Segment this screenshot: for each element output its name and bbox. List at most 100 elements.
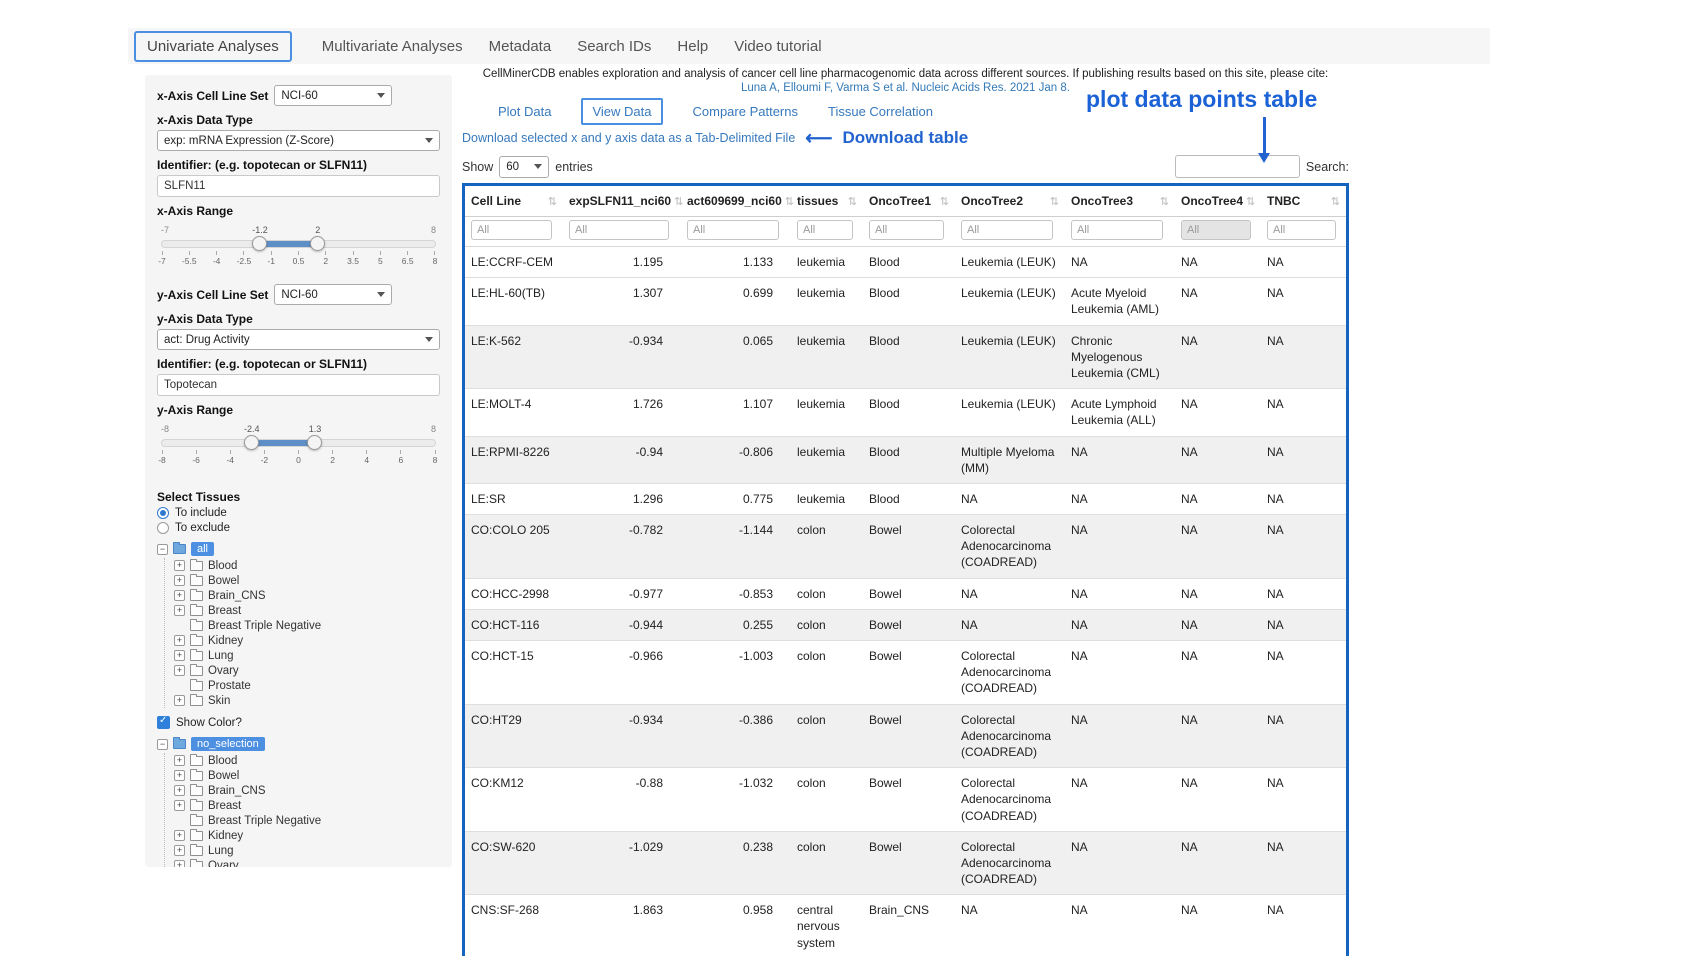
x-identifier-input[interactable]	[157, 175, 440, 197]
nav-tab-metadata[interactable]: Metadata	[489, 38, 552, 55]
tree-item[interactable]: Breast Triple Negative	[174, 618, 440, 633]
nav-tab-multivariate-analyses[interactable]: Multivariate Analyses	[322, 38, 463, 55]
table-row[interactable]: LE:K-562 -0.934 0.065 leukemia Blood Leu…	[465, 325, 1346, 389]
expand-icon[interactable]	[174, 620, 185, 631]
tree-root-no-selection[interactable]: − no_selection	[157, 735, 440, 753]
expand-icon[interactable]: +	[174, 575, 185, 586]
tree-item[interactable]: Prostate	[174, 678, 440, 693]
y-slider-handle-low[interactable]	[244, 435, 259, 450]
col-header-oncotree1[interactable]: OncoTree1⇅	[863, 186, 955, 217]
expand-icon[interactable]: +	[174, 665, 185, 676]
expand-icon[interactable]: +	[174, 605, 185, 616]
tab-tissue-correlation[interactable]: Tissue Correlation	[828, 104, 933, 119]
filter-input-oncotree2[interactable]	[961, 220, 1053, 240]
tab-plot-data[interactable]: Plot Data	[498, 104, 551, 119]
tree-item[interactable]: + Bowel	[174, 768, 440, 783]
sort-icon[interactable]: ⇅	[1050, 195, 1059, 208]
y-cell-line-set-select[interactable]: NCI-60	[274, 284, 392, 305]
y-data-type-select[interactable]: act: Drug Activity	[157, 329, 440, 350]
filter-input-tnbc[interactable]	[1267, 220, 1336, 240]
filter-input-oncotree1[interactable]	[869, 220, 944, 240]
tree-item[interactable]: + Lung	[174, 843, 440, 858]
expand-icon[interactable]	[174, 680, 185, 691]
tree-item[interactable]: + Blood	[174, 753, 440, 768]
tree-item[interactable]: + Kidney	[174, 633, 440, 648]
x-slider-handle-low[interactable]	[252, 236, 267, 251]
tab-compare-patterns[interactable]: Compare Patterns	[693, 104, 799, 119]
expand-icon[interactable]: +	[174, 560, 185, 571]
radio-to-include[interactable]: To include	[157, 507, 440, 519]
sort-icon[interactable]: ⇅	[1160, 195, 1169, 208]
expand-icon[interactable]: +	[174, 860, 185, 867]
show-color-checkbox[interactable]: Show Color?	[157, 716, 440, 729]
expand-icon[interactable]: +	[174, 695, 185, 706]
table-row[interactable]: CNS:SF-268 1.863 0.958 central nervous s…	[465, 895, 1346, 956]
tree-item[interactable]: + Ovary	[174, 663, 440, 678]
tree-item[interactable]: + Blood	[174, 558, 440, 573]
filter-input-expslfn11[interactable]	[569, 220, 669, 240]
y-identifier-input[interactable]	[157, 374, 440, 396]
search-input[interactable]	[1175, 155, 1300, 178]
col-header-oncotree2[interactable]: OncoTree2⇅	[955, 186, 1065, 217]
col-header-cell-line[interactable]: Cell Line⇅	[465, 186, 563, 217]
entries-select[interactable]: 60	[499, 156, 549, 178]
table-row[interactable]: CO:KM12 -0.88 -1.032 colon Bowel Colorec…	[465, 768, 1346, 832]
expand-icon[interactable]: +	[174, 635, 185, 646]
tree-root-all[interactable]: − all	[157, 540, 440, 558]
table-row[interactable]: LE:MOLT-4 1.726 1.107 leukemia Blood Leu…	[465, 389, 1346, 436]
download-link[interactable]: Download selected x and y axis data as a…	[462, 131, 795, 145]
table-row[interactable]: CO:COLO 205 -0.782 -1.144 colon Bowel Co…	[465, 515, 1346, 579]
filter-input-oncotree4[interactable]	[1181, 220, 1251, 240]
table-row[interactable]: LE:SR 1.296 0.775 leukemia Blood NA NA N…	[465, 483, 1346, 514]
y-slider-handle-high[interactable]	[307, 435, 322, 450]
sort-icon[interactable]: ⇅	[940, 195, 949, 208]
col-header-tissues[interactable]: tissues⇅	[791, 186, 863, 217]
tree-item[interactable]: + Brain_CNS	[174, 588, 440, 603]
tree-item[interactable]: + Ovary	[174, 858, 440, 867]
nav-tab-search-ids[interactable]: Search IDs	[577, 38, 651, 55]
col-header-tnbc[interactable]: TNBC⇅	[1261, 186, 1346, 217]
col-header-oncotree4[interactable]: OncoTree4⇅	[1175, 186, 1261, 217]
nav-tab-univariate-analyses[interactable]: Univariate Analyses	[134, 31, 292, 62]
table-row[interactable]: CO:HT29 -0.934 -0.386 colon Bowel Colore…	[465, 704, 1346, 768]
expand-icon[interactable]: +	[174, 590, 185, 601]
tree-item[interactable]: + Skin	[174, 693, 440, 708]
expand-icon[interactable]: +	[174, 830, 185, 841]
tree-item[interactable]: + Bowel	[174, 573, 440, 588]
col-header-oncotree3[interactable]: OncoTree3⇅	[1065, 186, 1175, 217]
table-row[interactable]: CO:HCC-2998 -0.977 -0.853 colon Bowel NA…	[465, 578, 1346, 609]
expand-icon[interactable]	[174, 815, 185, 826]
expand-icon[interactable]: +	[174, 650, 185, 661]
x-cell-line-set-select[interactable]: NCI-60	[274, 85, 392, 106]
collapse-icon[interactable]: −	[157, 544, 168, 555]
table-row[interactable]: CO:HCT-116 -0.944 0.255 colon Bowel NA N…	[465, 609, 1346, 640]
col-header-act609699[interactable]: act609699_nci60⇅	[681, 186, 791, 217]
col-header-expslfn11[interactable]: expSLFN11_nci60⇅	[563, 186, 681, 217]
filter-input-tissues[interactable]	[797, 220, 853, 240]
sort-icon[interactable]: ⇅	[1246, 195, 1255, 208]
expand-icon[interactable]: +	[174, 770, 185, 781]
table-row[interactable]: LE:CCRF-CEM 1.195 1.133 leukemia Blood L…	[465, 247, 1346, 278]
x-data-type-select[interactable]: exp: mRNA Expression (Z-Score)	[157, 130, 440, 151]
collapse-icon[interactable]: −	[157, 739, 168, 750]
filter-input-cell-line[interactable]	[471, 220, 552, 240]
sort-icon[interactable]: ⇅	[1331, 195, 1340, 208]
x-slider-handle-high[interactable]	[310, 236, 325, 251]
radio-to-exclude[interactable]: To exclude	[157, 522, 440, 534]
filter-input-oncotree3[interactable]	[1071, 220, 1163, 240]
tree-item[interactable]: Breast Triple Negative	[174, 813, 440, 828]
table-row[interactable]: LE:RPMI-8226 -0.94 -0.806 leukemia Blood…	[465, 436, 1346, 483]
expand-icon[interactable]: +	[174, 755, 185, 766]
tree-item[interactable]: + Kidney	[174, 828, 440, 843]
nav-tab-help[interactable]: Help	[677, 38, 708, 55]
expand-icon[interactable]: +	[174, 800, 185, 811]
sort-icon[interactable]: ⇅	[674, 195, 683, 208]
tree-item[interactable]: + Breast	[174, 603, 440, 618]
sort-icon[interactable]: ⇅	[548, 195, 557, 208]
sort-icon[interactable]: ⇅	[848, 195, 857, 208]
tree-item[interactable]: + Brain_CNS	[174, 783, 440, 798]
table-row[interactable]: CO:HCT-15 -0.966 -1.003 colon Bowel Colo…	[465, 641, 1346, 705]
table-row[interactable]: CO:SW-620 -1.029 0.238 colon Bowel Color…	[465, 831, 1346, 895]
table-row[interactable]: LE:HL-60(TB) 1.307 0.699 leukemia Blood …	[465, 278, 1346, 325]
filter-input-act609699[interactable]	[687, 220, 779, 240]
